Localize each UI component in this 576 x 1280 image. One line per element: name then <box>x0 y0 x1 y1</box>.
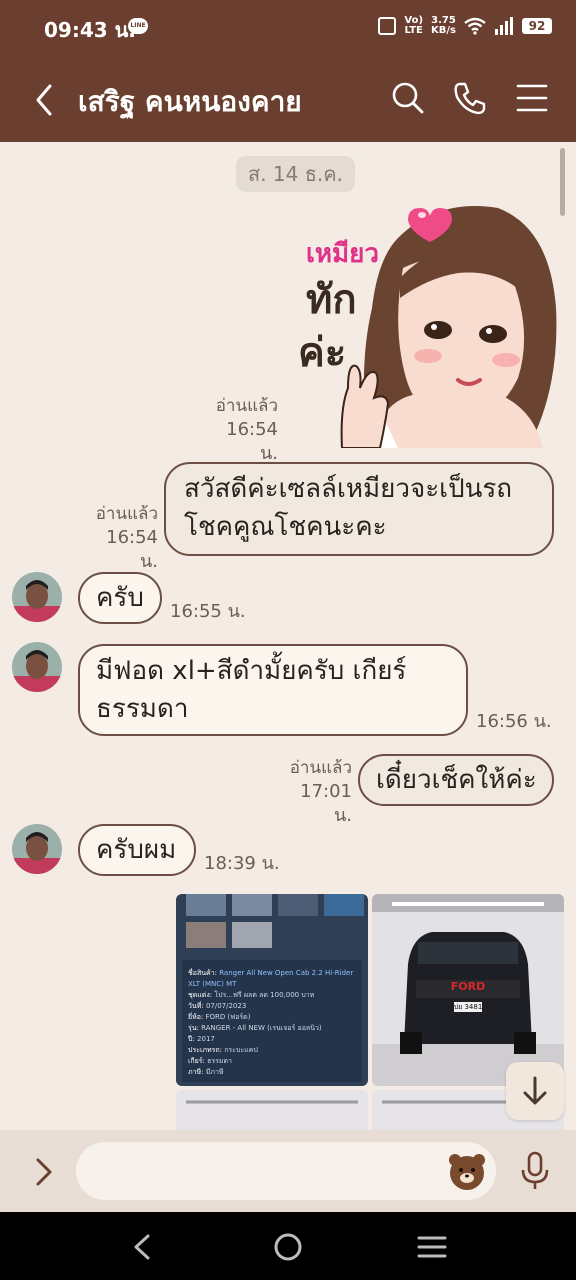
avatar[interactable] <box>12 642 62 692</box>
message-time: 18:39 น. <box>204 853 280 874</box>
nav-recents-icon[interactable] <box>415 1230 449 1264</box>
message-input[interactable] <box>76 1142 496 1200</box>
nav-home-icon[interactable] <box>271 1230 305 1264</box>
message-meta: อ่านแล้ว 17:01 น. <box>280 756 352 828</box>
read-receipt: อ่านแล้ว <box>95 504 158 524</box>
read-receipt: อ่านแล้ว <box>215 396 278 416</box>
message-time: 16:54 น. <box>226 419 278 464</box>
chat-area[interactable]: ส. 14 ธ.ค. เหมียว ทัก ค่ะ อ่านแล้ว 16:54… <box>0 142 576 1130</box>
sticker-text-main-1: ทัก <box>306 277 357 323</box>
search-icon[interactable] <box>390 80 426 116</box>
sticker[interactable]: เหมียว ทัก ค่ะ <box>288 198 558 448</box>
sticker-text-main-2: ค่ะ <box>298 330 346 376</box>
avatar[interactable] <box>12 572 62 622</box>
line-notification-icon: LINE <box>128 18 148 34</box>
sticker-text-top: เหมียว <box>306 239 379 269</box>
message-bubble-incoming[interactable]: มีฟอด xl+สีดำมั้ยครับ เกียร์ ธรรมดา <box>78 644 468 736</box>
chevron-right-icon[interactable] <box>28 1152 60 1192</box>
chat-title: เสริฐ คนหนองคาย <box>78 85 302 118</box>
wifi-icon <box>464 17 486 35</box>
chat-header: เสริฐ คนหนองคาย <box>0 56 576 142</box>
system-navigation-bar <box>0 1212 576 1280</box>
read-receipt: อ่านแล้ว <box>289 758 352 778</box>
menu-icon[interactable] <box>514 80 550 116</box>
message-bubble-outgoing[interactable]: เดี๋ยวเช็คให้ค่ะ <box>358 754 554 806</box>
avatar[interactable] <box>12 824 62 874</box>
microphone-icon[interactable] <box>518 1150 552 1192</box>
arrow-down-icon <box>523 1076 547 1105</box>
message-bubble-incoming[interactable]: ครับผม <box>78 824 196 876</box>
message-time: 16:56 น. <box>476 711 552 732</box>
photo-car-front[interactable]: FORD ปย 3481 <box>372 894 564 1086</box>
message-meta: อ่านแล้ว 16:54 น. <box>84 502 158 574</box>
network-speed: 3.75 KB/s <box>431 15 456 36</box>
signal-icon <box>495 17 513 35</box>
license-plate: ปย 3481 <box>453 1003 483 1011</box>
battery-icon: 92 <box>522 18 552 34</box>
vibrate-icon <box>378 17 397 35</box>
scrollbar[interactable] <box>560 148 565 216</box>
sticker-emoji-icon[interactable] <box>446 1150 488 1192</box>
message-input-bar <box>0 1130 576 1212</box>
message-time: 17:01 น. <box>300 781 352 826</box>
scroll-to-bottom-button[interactable] <box>506 1062 564 1120</box>
message-bubble-outgoing[interactable]: สวัสดีค่ะเซลล์เหมียวจะเป็นรถ โชคคูณโชคนะ… <box>164 462 554 556</box>
nav-back-icon[interactable] <box>126 1230 160 1264</box>
date-separator: ส. 14 ธ.ค. <box>236 156 356 192</box>
volte-indicator: Vo) LTE <box>404 15 424 36</box>
phone-icon[interactable] <box>452 80 488 116</box>
back-icon[interactable] <box>26 80 66 120</box>
message-meta: อ่านแล้ว 16:54 น. <box>206 394 278 466</box>
spec-card-details: ชื่อสินค้า: Ranger All New Open Cab 2.2 … <box>188 969 354 1076</box>
message-time: 16:55 น. <box>170 601 246 622</box>
photo-spec-card[interactable]: ชื่อสินค้า: Ranger All New Open Cab 2.2 … <box>176 894 368 1086</box>
status-time: 09:43 น. <box>44 18 136 42</box>
photo-thumbnail[interactable] <box>176 1090 368 1130</box>
status-bar: 09:43 น. LINE Vo) LTE 3.75 KB/s 92 <box>0 0 576 56</box>
car-brand-label: FORD <box>450 980 486 993</box>
message-bubble-incoming[interactable]: ครับ <box>78 572 162 624</box>
message-time: 16:54 น. <box>106 527 158 572</box>
